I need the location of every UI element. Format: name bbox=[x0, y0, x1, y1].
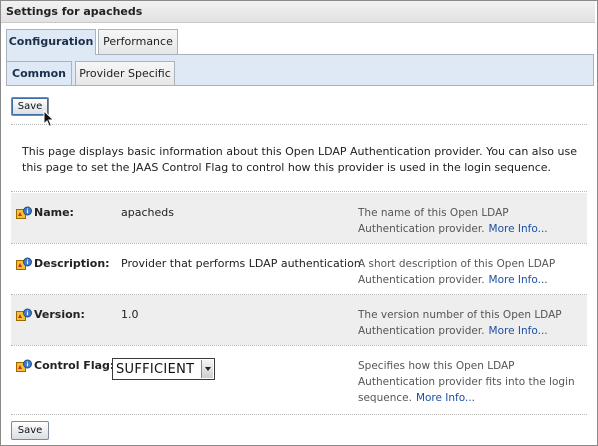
field-help: The name of this Open LDAP Authenticatio… bbox=[358, 205, 580, 237]
info-lock-icon bbox=[16, 257, 32, 270]
divider bbox=[11, 124, 587, 125]
info-lock-icon bbox=[16, 359, 32, 372]
chevron-down-icon[interactable] bbox=[201, 360, 213, 378]
divider bbox=[11, 191, 587, 192]
field-row-name: Name: apacheds The name of this Open LDA… bbox=[11, 193, 587, 243]
field-help: The version number of this Open LDAP Aut… bbox=[358, 307, 580, 339]
divider bbox=[11, 414, 587, 415]
field-label: Name: bbox=[34, 206, 74, 219]
field-row-version: Version: 1.0 The version number of this … bbox=[11, 295, 587, 345]
more-info-link[interactable]: More Info... bbox=[489, 325, 548, 337]
field-label: Version: bbox=[34, 308, 85, 321]
field-label: Control Flag: bbox=[34, 359, 115, 372]
tab-configuration[interactable]: Configuration bbox=[6, 29, 96, 55]
tab-performance[interactable]: Performance bbox=[98, 29, 178, 54]
field-row-control-flag: Control Flag: Specifies how this Open LD… bbox=[11, 346, 587, 408]
help-text: The name of this Open LDAP Authenticatio… bbox=[358, 207, 509, 235]
field-value: Provider that performs LDAP authenticati… bbox=[121, 257, 361, 270]
field-value: apacheds bbox=[121, 206, 174, 219]
tab-common[interactable]: Common bbox=[6, 61, 72, 87]
field-help: Specifies how this Open LDAP Authenticat… bbox=[358, 358, 580, 406]
save-button-bottom[interactable]: Save bbox=[11, 421, 49, 440]
more-info-link[interactable]: More Info... bbox=[489, 274, 548, 286]
field-row-description: Description: Provider that performs LDAP… bbox=[11, 244, 587, 294]
window-title: Settings for apacheds bbox=[6, 5, 143, 18]
pointer-cursor-icon bbox=[43, 110, 55, 128]
intro-text: This page displays basic information abo… bbox=[22, 145, 578, 174]
more-info-link[interactable]: More Info... bbox=[416, 392, 475, 404]
control-flag-value: SUFFICIENT bbox=[116, 362, 195, 377]
field-help: A short description of this Open LDAP Au… bbox=[358, 256, 580, 288]
tab-provider-specific[interactable]: Provider Specific bbox=[75, 61, 175, 86]
field-label: Description: bbox=[34, 257, 110, 270]
info-lock-icon bbox=[16, 308, 32, 321]
title-bar: Settings for apacheds bbox=[1, 1, 595, 23]
control-flag-select[interactable]: SUFFICIENT bbox=[112, 358, 215, 380]
more-info-link[interactable]: More Info... bbox=[489, 223, 548, 235]
field-value: 1.0 bbox=[121, 308, 139, 321]
info-lock-icon bbox=[16, 206, 32, 219]
